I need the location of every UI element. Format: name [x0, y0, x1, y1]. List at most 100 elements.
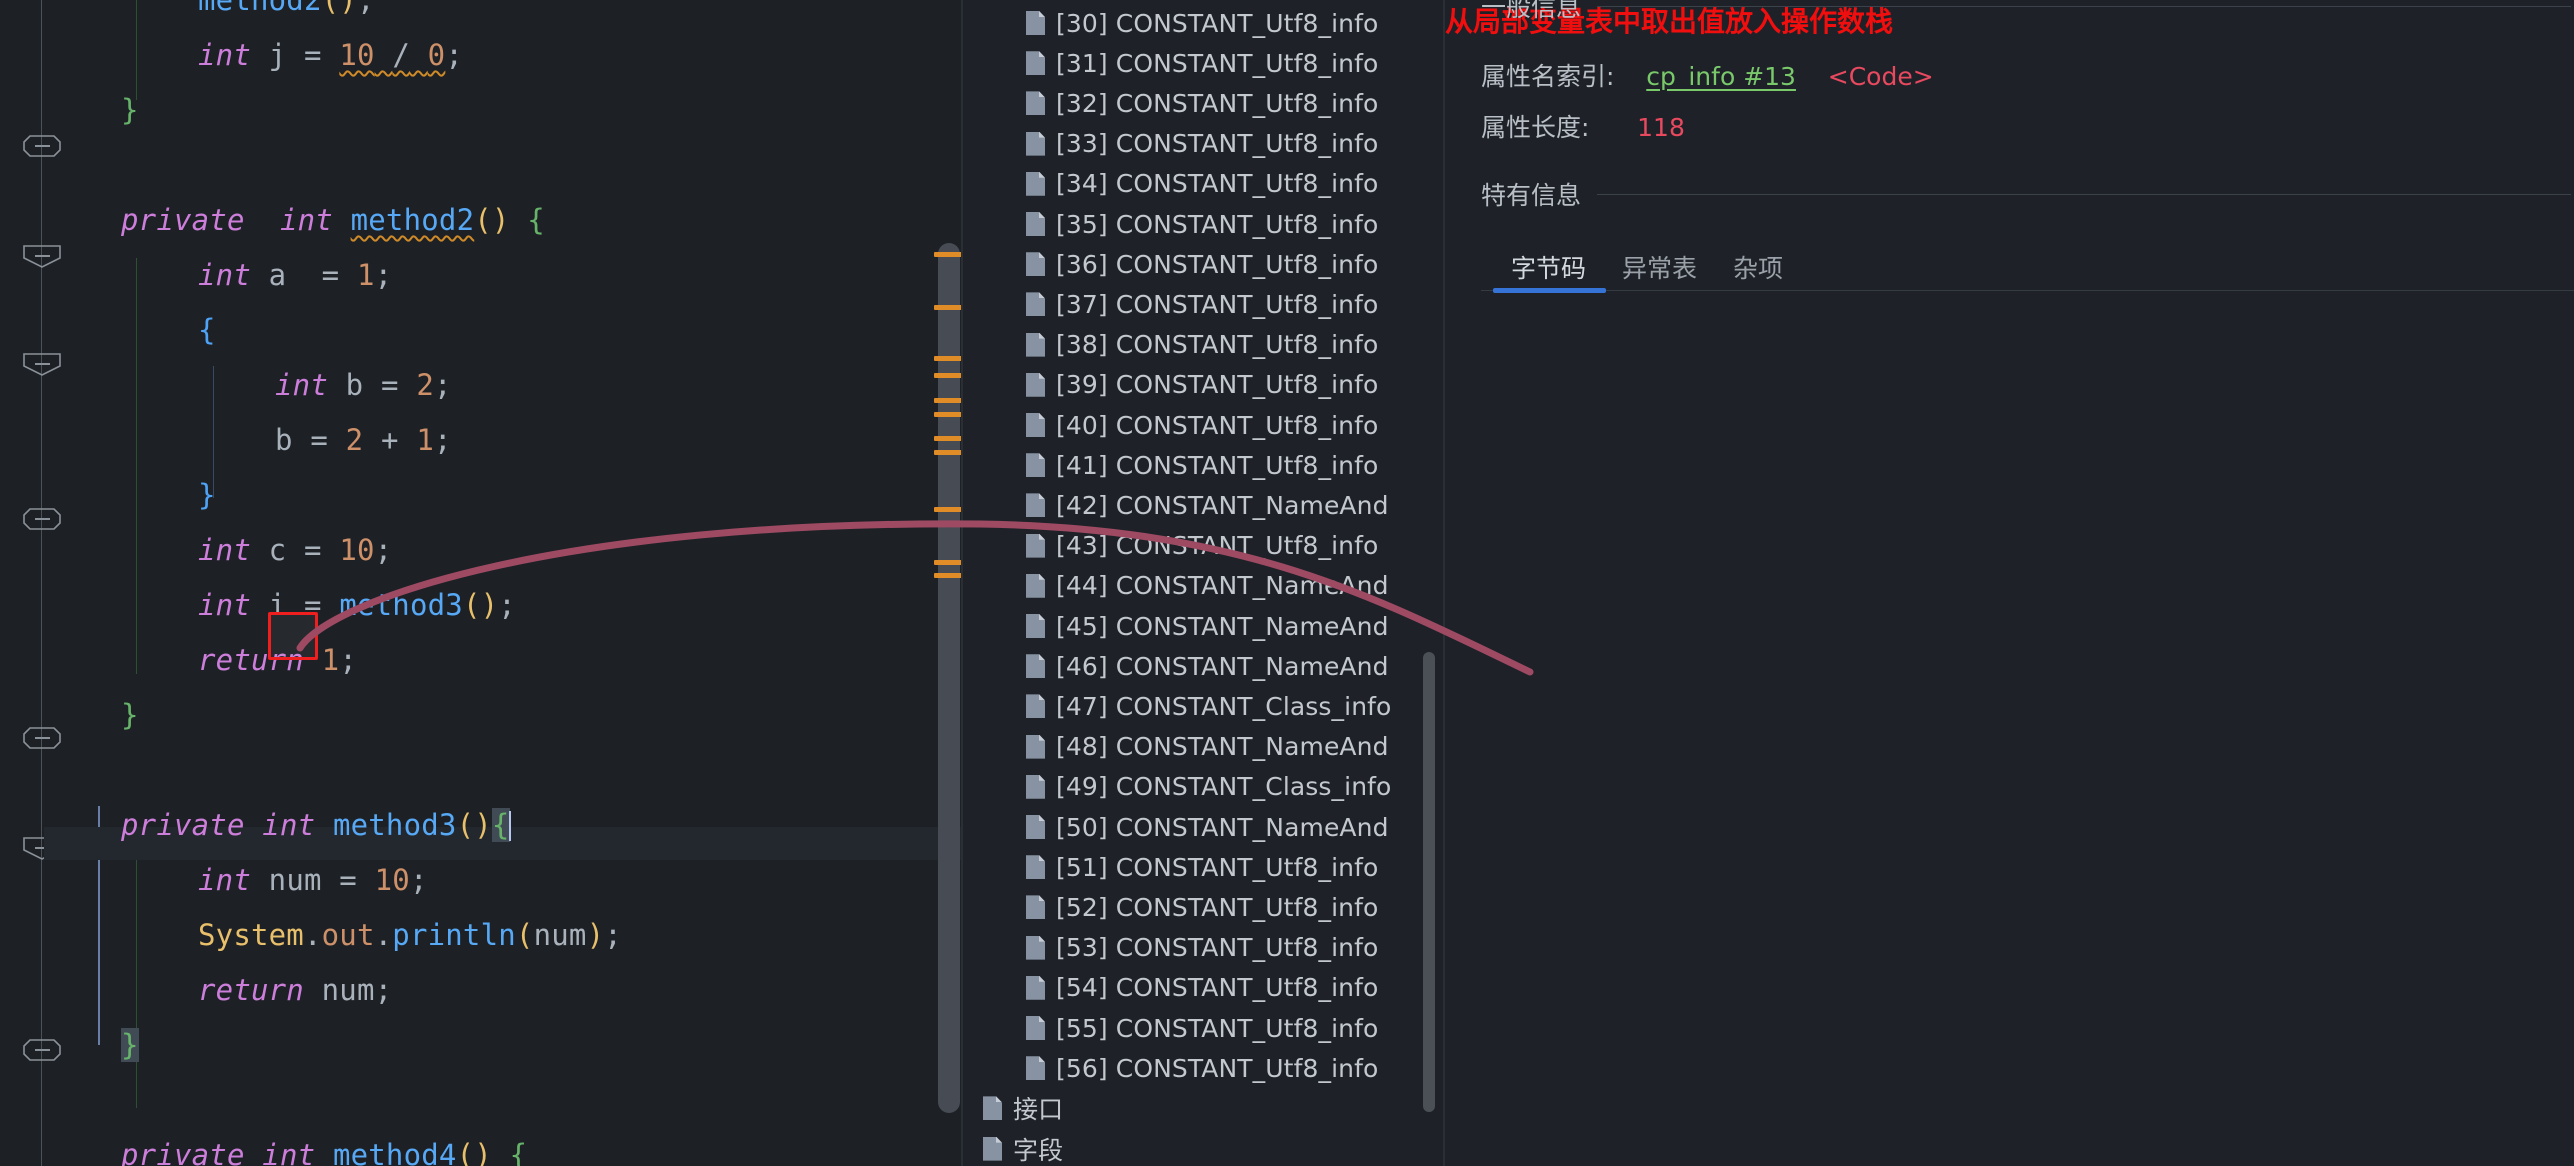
code-token: num: [534, 918, 587, 952]
code-line[interactable]: method2();: [198, 0, 375, 17]
tab-misc[interactable]: 杂项: [1715, 249, 1801, 285]
attr-name-index-label: 属性名索引:: [1481, 62, 1614, 91]
constant-pool-item[interactable]: [39] CONSTANT_Utf8_info: [1026, 365, 1378, 405]
constant-pool-item-label: [49] CONSTANT_Class_info: [1056, 772, 1391, 801]
code-token: 1: [322, 643, 340, 677]
code-line[interactable]: }: [121, 699, 139, 732]
constant-pool-item[interactable]: [53] CONSTANT_Utf8_info: [1026, 928, 1378, 968]
warning-marker[interactable]: [934, 573, 963, 578]
warning-marker[interactable]: [934, 560, 963, 565]
code-token: =: [293, 423, 346, 457]
code-token: int: [280, 203, 333, 237]
code-token: =: [286, 533, 339, 567]
constant-pool-item[interactable]: [41] CONSTANT_Utf8_info: [1026, 445, 1378, 485]
constant-pool-item[interactable]: [33] CONSTANT_Utf8_info: [1026, 124, 1378, 164]
code-token: [251, 258, 269, 292]
detail-tab-strip[interactable]: 字节码异常表杂项: [1493, 249, 1801, 285]
file-icon-corner: [1039, 654, 1045, 660]
code-line-partial[interactable]: private int method4() {: [121, 1139, 527, 1166]
warning-marker[interactable]: [934, 412, 963, 417]
constant-pool-item[interactable]: [42] CONSTANT_NameAnd: [1026, 485, 1389, 525]
code-token: [245, 1138, 263, 1166]
warning-marker[interactable]: [934, 450, 963, 455]
constant-pool-item[interactable]: [54] CONSTANT_Utf8_info: [1026, 968, 1378, 1008]
constant-pool-item[interactable]: [50] CONSTANT_NameAnd: [1026, 807, 1389, 847]
constant-pool-item[interactable]: [38] CONSTANT_Utf8_info: [1026, 325, 1378, 365]
constant-pool-item[interactable]: [55] CONSTANT_Utf8_info: [1026, 1008, 1378, 1048]
constant-pool-item[interactable]: [32] CONSTANT_Utf8_info: [1026, 83, 1378, 123]
code-line[interactable]: int j = 10 / 0;: [198, 39, 463, 72]
general-info-title: 一般信息: [1481, 0, 1581, 24]
constant-pool-item[interactable]: [36] CONSTANT_Utf8_info: [1026, 244, 1378, 284]
constant-pool-item[interactable]: [51] CONSTANT_Utf8_info: [1026, 847, 1378, 887]
file-node-icon: [1026, 172, 1045, 196]
code-line[interactable]: {: [198, 314, 216, 347]
constant-pool-item[interactable]: [47] CONSTANT_Class_info: [1026, 686, 1391, 726]
constant-pool-item[interactable]: [49] CONSTANT_Class_info: [1026, 767, 1391, 807]
code-token: 1: [357, 258, 375, 292]
constant-pool-tree-pane[interactable]: [30] CONSTANT_Utf8_info [31] CONSTANT_Utf…: [963, 0, 1445, 1166]
warning-marker[interactable]: [934, 373, 963, 378]
code-line[interactable]: b = 2 + 1;: [275, 424, 452, 457]
constant-pool-item[interactable]: [35] CONSTANT_Utf8_info: [1026, 204, 1378, 244]
cp-info-link[interactable]: cp_info #13: [1646, 62, 1796, 91]
code-line[interactable]: int b = 2;: [275, 369, 452, 402]
code-token: c: [269, 533, 287, 567]
constant-pool-item[interactable]: [31] CONSTANT_Utf8_info: [1026, 43, 1378, 83]
code-token: private: [121, 203, 245, 237]
constant-pool-item[interactable]: [45] CONSTANT_NameAnd: [1026, 606, 1389, 646]
constant-pool-item[interactable]: [30] CONSTANT_Utf8_info: [1026, 3, 1378, 43]
code-line[interactable]: System.out.println(num);: [198, 919, 622, 952]
code-token: =: [286, 258, 357, 292]
code-line[interactable]: int c = 10;: [198, 534, 392, 567]
code-token: int: [198, 38, 251, 72]
code-line[interactable]: }: [121, 94, 139, 127]
constant-pool-item-label: [31] CONSTANT_Utf8_info: [1056, 49, 1378, 78]
code-text-layer[interactable]: method2(); int j = 10 / 0;} private int me…: [0, 0, 963, 1166]
code-line[interactable]: private int method3(){: [121, 809, 511, 842]
code-line[interactable]: }: [198, 479, 216, 512]
warning-marker[interactable]: [934, 252, 963, 257]
code-token: ;: [445, 38, 463, 72]
constant-pool-item[interactable]: [48] CONSTANT_NameAnd: [1026, 727, 1389, 767]
warning-marker[interactable]: [934, 398, 963, 403]
code-line[interactable]: int i = method3();: [198, 589, 516, 622]
file-icon-corner: [1039, 694, 1045, 700]
constant-pool-scrollbar-thumb[interactable]: [1423, 652, 1435, 1112]
constant-pool-item[interactable]: [46] CONSTANT_NameAnd: [1026, 646, 1389, 686]
constant-pool-item[interactable]: [40] CONSTANT_Utf8_info: [1026, 405, 1378, 445]
warning-marker[interactable]: [934, 507, 963, 512]
code-line[interactable]: }: [121, 1029, 139, 1062]
class-structure-node[interactable]: 字段: [983, 1129, 1063, 1166]
constant-pool-item-label: [52] CONSTANT_Utf8_info: [1056, 893, 1378, 922]
constant-pool-item[interactable]: [43] CONSTANT_Utf8_info: [1026, 526, 1378, 566]
code-line[interactable]: int a = 1;: [198, 259, 392, 292]
attr-length-row: 属性长度: 118: [1481, 108, 1685, 144]
code-editor-pane[interactable]: method2(); int j = 10 / 0;} private int me…: [0, 0, 963, 1166]
file-node-icon: [1026, 976, 1045, 1000]
constant-pool-item[interactable]: [34] CONSTANT_Utf8_info: [1026, 164, 1378, 204]
tab-bytecode[interactable]: 字节码: [1493, 249, 1604, 285]
code-line[interactable]: return num;: [198, 974, 392, 1007]
specific-info-section-header: 特有信息: [1481, 176, 2571, 212]
warning-marker[interactable]: [934, 305, 963, 310]
warning-marker[interactable]: [934, 356, 963, 361]
code-token: b: [275, 423, 293, 457]
class-structure-node-label: 字段: [1013, 1131, 1063, 1166]
code-token: [333, 203, 351, 237]
warning-marker[interactable]: [934, 436, 963, 441]
constant-pool-item[interactable]: [52] CONSTANT_Utf8_info: [1026, 887, 1378, 927]
constant-pool-item[interactable]: [44] CONSTANT_NameAnd: [1026, 566, 1389, 606]
code-token: (: [457, 808, 475, 842]
file-icon-corner: [1039, 855, 1045, 861]
code-token: a: [269, 258, 287, 292]
constant-pool-item[interactable]: [37] CONSTANT_Utf8_info: [1026, 284, 1378, 324]
code-line[interactable]: return 1;: [198, 644, 357, 677]
constant-pool-item[interactable]: [56] CONSTANT_Utf8_info: [1026, 1048, 1378, 1088]
code-line[interactable]: int num = 10;: [198, 864, 428, 897]
tab-exception-table[interactable]: 异常表: [1604, 249, 1715, 285]
class-structure-node[interactable]: 接口: [983, 1088, 1063, 1128]
file-node-icon: [1026, 1016, 1045, 1040]
code-line[interactable]: private int method2() {: [121, 204, 545, 237]
code-token: b: [346, 368, 364, 402]
